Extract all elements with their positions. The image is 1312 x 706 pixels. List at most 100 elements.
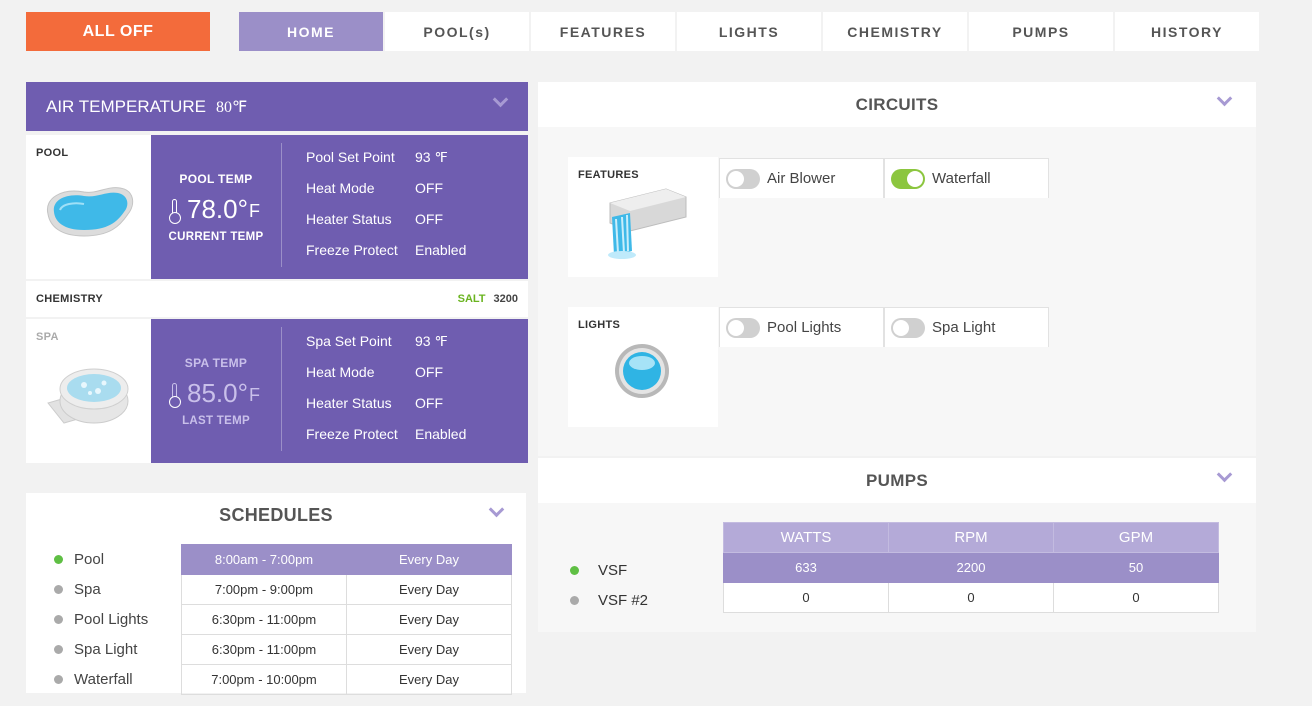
toggle-switch[interactable] <box>726 317 760 338</box>
status-dot-icon <box>54 554 63 564</box>
pump-name: VSF <box>598 561 628 579</box>
status-dot-icon <box>54 644 63 654</box>
row-value: 93 ℉ <box>415 333 448 349</box>
table-row[interactable]: 6:30pm - 11:00pm Every Day <box>181 604 512 635</box>
tab-home[interactable]: HOME <box>239 12 383 51</box>
row-label: Pool Set Point <box>306 149 395 165</box>
spa-temp-caption: LAST TEMP <box>182 414 250 427</box>
pool-heat-mode-row[interactable]: Heat Mode OFF <box>306 173 528 204</box>
schedule-time: 7:00pm - 9:00pm <box>181 574 347 605</box>
pool-temp-caption: CURRENT TEMP <box>168 230 264 243</box>
chemistry-row[interactable]: CHEMISTRY SALT 3200 <box>26 281 528 317</box>
row-value: OFF <box>415 180 443 196</box>
air-temperature-label: AIR TEMPERATURE <box>46 96 206 116</box>
row-label: Freeze Protect <box>306 242 398 258</box>
table-row[interactable]: 633 2200 50 <box>723 552 1219 583</box>
table-row[interactable]: 7:00pm - 9:00pm Every Day <box>181 574 512 605</box>
pool-icon <box>46 187 134 237</box>
list-item[interactable]: Spa <box>42 574 182 604</box>
waterfall-icon <box>608 188 687 259</box>
pumps-title: PUMPS <box>866 470 928 490</box>
pump-rpm: 0 <box>888 582 1054 613</box>
chemistry-label: CHEMISTRY <box>36 293 104 305</box>
circuits-title-bar: CIRCUITS <box>538 82 1256 127</box>
list-item[interactable]: Spa Light <box>42 634 182 664</box>
table-row[interactable]: 7:00pm - 10:00pm Every Day <box>181 664 512 695</box>
list-item[interactable]: Pool <box>42 544 182 574</box>
status-dot-icon <box>570 595 579 605</box>
schedule-name: Spa Light <box>74 640 138 658</box>
row-label: Spa Set Point <box>306 333 392 349</box>
chevron-down-icon[interactable] <box>1216 90 1233 107</box>
list-item[interactable]: VSF #2 <box>560 585 648 615</box>
pool-label: POOL <box>36 147 69 159</box>
spa-temp-reading: 85.0° F <box>168 377 260 409</box>
row-value: Enabled <box>415 242 467 258</box>
air-temperature-value: 80℉ <box>215 98 248 116</box>
spa-set-point-row[interactable]: Spa Set Point 93 ℉ <box>306 326 528 357</box>
tab-lights[interactable]: LIGHTS <box>677 12 821 51</box>
column-header: RPM <box>888 522 1054 553</box>
thermometer-icon <box>168 199 181 224</box>
table-row[interactable]: 6:30pm - 11:00pm Every Day <box>181 634 512 665</box>
schedule-name: Pool Lights <box>74 610 149 628</box>
schedules-title: SCHEDULES <box>219 504 333 525</box>
spa-label: SPA <box>36 331 59 343</box>
list-item[interactable]: Waterfall <box>42 664 182 694</box>
spa-temp-value: 85.0° <box>186 377 248 408</box>
air-blower-toggle[interactable]: Air Blower <box>719 158 884 198</box>
pool-temp-panel: POOL TEMP 78.0° F CURRENT TEMP <box>151 135 281 279</box>
tab-pools[interactable]: POOL(s) <box>385 12 529 51</box>
pumps-panel: PUMPS VSF VSF #2 WATTS RPM GPM 633 2200 … <box>538 458 1256 632</box>
row-value: 93 ℉ <box>415 149 448 165</box>
pump-name-list: VSF VSF #2 <box>560 555 648 615</box>
table-row[interactable]: 0 0 0 <box>723 582 1219 613</box>
toggle-switch[interactable] <box>726 168 760 189</box>
pool-temp-heading: POOL TEMP <box>179 171 253 186</box>
thermometer-icon <box>168 383 181 408</box>
row-value: OFF <box>415 364 443 380</box>
tab-history[interactable]: HISTORY <box>1115 12 1259 51</box>
chevron-down-icon[interactable] <box>1216 466 1233 483</box>
toggle-switch[interactable] <box>891 168 925 189</box>
features-label: FEATURES <box>578 169 639 181</box>
air-temperature-bar[interactable]: AIR TEMPERATURE 80℉ <box>26 82 528 131</box>
spa-temp-panel: SPA TEMP 85.0° F LAST TEMP <box>151 319 281 463</box>
waterfall-toggle[interactable]: Waterfall <box>884 158 1049 198</box>
features-group: FEATURES <box>568 157 718 277</box>
pool-image-box: POOL <box>26 135 151 279</box>
column-header: GPM <box>1053 522 1219 553</box>
pool-freeze-protect-row: Freeze Protect Enabled <box>306 235 528 266</box>
schedule-name: Waterfall <box>74 670 133 688</box>
schedule-name: Pool <box>74 550 105 568</box>
schedule-name-list: Pool Spa Pool Lights Spa Light Waterfall <box>42 544 182 694</box>
spa-temp-heading: SPA TEMP <box>184 355 248 370</box>
schedule-table: 8:00am - 7:00pm Every Day 7:00pm - 9:00pm… <box>181 544 512 695</box>
list-item[interactable]: VSF <box>560 555 648 585</box>
tab-features[interactable]: FEATURES <box>531 12 675 51</box>
table-header-row: WATTS RPM GPM <box>723 522 1219 553</box>
pool-temp-value: 78.0° <box>186 193 248 224</box>
toggle-switch[interactable] <box>891 317 925 338</box>
schedule-days: Every Day <box>346 574 512 605</box>
table-row[interactable]: 8:00am - 7:00pm Every Day <box>181 544 512 575</box>
pool-lights-toggle[interactable]: Pool Lights <box>719 307 884 347</box>
salt-reading: SALT 3200 <box>458 293 518 305</box>
pool-temp-unit: F <box>249 200 260 221</box>
pump-gpm: 0 <box>1053 582 1219 613</box>
pool-settings: Pool Set Point 93 ℉ Heat Mode OFF Heater S… <box>282 135 528 279</box>
pumps-title-bar: PUMPS <box>538 458 1256 503</box>
light-bulb-icon <box>615 344 669 398</box>
salt-value: 3200 <box>493 293 518 305</box>
pool-set-point-row[interactable]: Pool Set Point 93 ℉ <box>306 142 528 173</box>
all-off-button[interactable]: ALL OFF <box>26 12 210 51</box>
schedule-days: Every Day <box>346 604 512 635</box>
spa-light-toggle[interactable]: Spa Light <box>884 307 1049 347</box>
tab-pumps[interactable]: PUMPS <box>969 12 1113 51</box>
list-item[interactable]: Pool Lights <box>42 604 182 634</box>
tab-chemistry[interactable]: CHEMISTRY <box>823 12 967 51</box>
lights-label: LIGHTS <box>578 319 621 331</box>
spa-heat-mode-row[interactable]: Heat Mode OFF <box>306 357 528 388</box>
chevron-down-icon[interactable] <box>492 91 509 108</box>
pump-name: VSF #2 <box>598 591 649 609</box>
